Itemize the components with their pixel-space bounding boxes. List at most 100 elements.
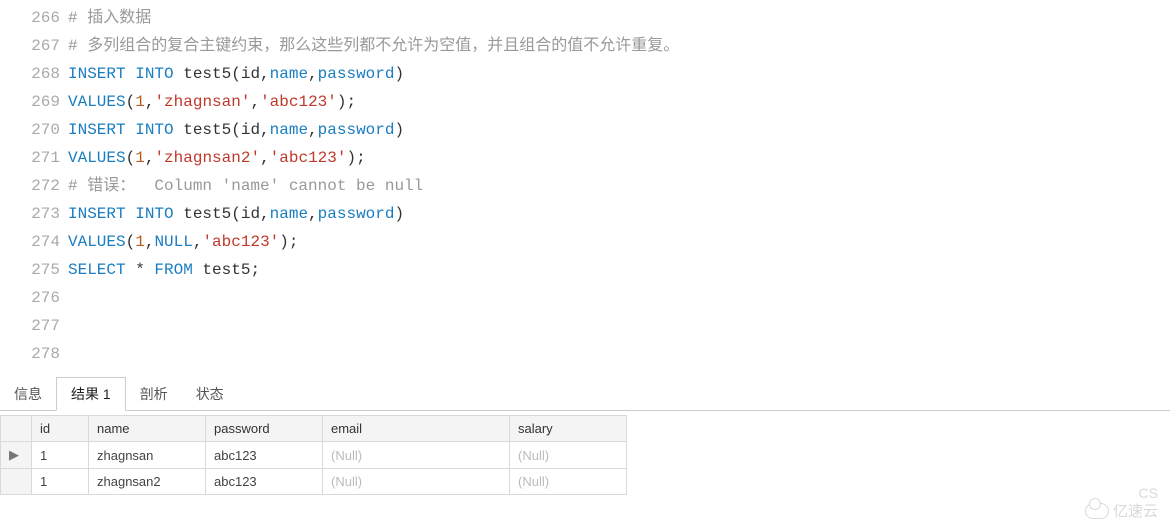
code-token: 'abc123' [270, 149, 347, 167]
code-token [126, 65, 136, 83]
col-header-email[interactable]: email [323, 416, 510, 442]
code-token: INTO [135, 121, 173, 139]
code-token: 1 [135, 93, 145, 111]
table-row[interactable]: ▶1zhagnsanabc123(Null)(Null) [1, 442, 627, 469]
code-editor[interactable]: 266267268269270271272273274275276277278 … [0, 0, 1170, 368]
line-number: 273 [0, 200, 60, 228]
code-token: name [270, 121, 308, 139]
code-token: name [270, 65, 308, 83]
code-token: , [308, 121, 318, 139]
cell[interactable]: abc123 [206, 469, 323, 495]
code-token: , [308, 205, 318, 223]
code-token: ( [126, 149, 136, 167]
code-line[interactable]: VALUES(1,'zhagnsan2','abc123'); [68, 144, 1170, 172]
cell[interactable]: abc123 [206, 442, 323, 469]
code-token: INTO [135, 205, 173, 223]
code-token: , [145, 149, 155, 167]
code-token: NULL [154, 233, 192, 251]
code-line[interactable]: INSERT INTO test5(id,name,password) [68, 116, 1170, 144]
cell[interactable]: 1 [32, 469, 89, 495]
line-number: 270 [0, 116, 60, 144]
code-token: , [145, 93, 155, 111]
code-token: * [126, 261, 155, 279]
code-token: VALUES [68, 93, 126, 111]
tab-result-1[interactable]: 结果 1 [56, 377, 126, 411]
result-tabs: 信息 结果 1 剖析 状态 [0, 376, 1170, 411]
watermark-brand: 亿速云 [1085, 500, 1158, 521]
line-number: 277 [0, 312, 60, 340]
table-row[interactable]: 1zhagnsan2abc123(Null)(Null) [1, 469, 627, 495]
line-number: 278 [0, 340, 60, 368]
code-line[interactable]: # 多列组合的复合主键约束，那么这些列都不允许为空值，并且组合的值不允许重复。 [68, 32, 1170, 60]
code-line[interactable]: VALUES(1,NULL,'abc123'); [68, 228, 1170, 256]
code-line[interactable]: INSERT INTO test5(id,name,password) [68, 200, 1170, 228]
col-header-id[interactable]: id [32, 416, 89, 442]
code-line[interactable]: INSERT INTO test5(id,name,password) [68, 60, 1170, 88]
code-area[interactable]: # 插入数据 # 多列组合的复合主键约束，那么这些列都不允许为空值，并且组合的值不… [68, 4, 1170, 368]
cell[interactable]: 1 [32, 442, 89, 469]
tab-status[interactable]: 状态 [182, 378, 238, 410]
code-token: ) [394, 205, 404, 223]
line-number: 266 [0, 4, 60, 32]
line-number: 268 [0, 60, 60, 88]
grid-header-row: id name password email salary [1, 416, 627, 442]
code-token: , [308, 65, 318, 83]
watermark-text: 亿速云 [1113, 500, 1158, 521]
code-token: name [270, 205, 308, 223]
code-token: 'zhagnsan' [154, 93, 250, 111]
code-token: INSERT [68, 205, 126, 223]
col-header-salary[interactable]: salary [510, 416, 627, 442]
line-number: 274 [0, 228, 60, 256]
code-token: , [193, 233, 203, 251]
tab-info[interactable]: 信息 [0, 378, 56, 410]
result-grid[interactable]: id name password email salary ▶1zhagnsan… [0, 415, 627, 495]
code-line[interactable]: VALUES(1,'zhagnsan','abc123'); [68, 88, 1170, 116]
cell[interactable]: (Null) [323, 469, 510, 495]
code-token: INSERT [68, 121, 126, 139]
code-line[interactable]: # 错误： Column 'name' cannot be null [68, 172, 1170, 200]
code-token: , [260, 149, 270, 167]
col-header-name[interactable]: name [89, 416, 206, 442]
cell[interactable]: (Null) [510, 442, 627, 469]
code-token: ); [337, 93, 356, 111]
code-token: password [318, 205, 395, 223]
tab-profile[interactable]: 剖析 [126, 378, 182, 410]
row-marker [1, 469, 32, 495]
cell[interactable]: zhagnsan [89, 442, 206, 469]
watermark-cs: CS [1139, 485, 1158, 501]
code-line[interactable]: SELECT * FROM test5; [68, 256, 1170, 284]
code-token: INSERT [68, 65, 126, 83]
code-token: VALUES [68, 149, 126, 167]
code-token: password [318, 121, 395, 139]
code-token: test5(id, [174, 205, 270, 223]
row-header-blank [1, 416, 32, 442]
cell[interactable]: (Null) [323, 442, 510, 469]
code-token: VALUES [68, 233, 126, 251]
code-token: INTO [135, 65, 173, 83]
code-token: password [318, 65, 395, 83]
line-number-gutter: 266267268269270271272273274275276277278 [0, 4, 68, 368]
code-token: 1 [135, 233, 145, 251]
code-token: ( [126, 233, 136, 251]
cell[interactable]: zhagnsan2 [89, 469, 206, 495]
code-token: ) [394, 65, 404, 83]
line-number: 271 [0, 144, 60, 172]
code-token: ) [394, 121, 404, 139]
cell[interactable]: (Null) [510, 469, 627, 495]
code-token: 1 [135, 149, 145, 167]
cloud-icon [1085, 503, 1109, 519]
code-token: # 错误： Column 'name' cannot be null [68, 177, 423, 195]
line-number: 275 [0, 256, 60, 284]
row-marker: ▶ [1, 442, 32, 469]
col-header-password[interactable]: password [206, 416, 323, 442]
code-token: 'zhagnsan2' [154, 149, 260, 167]
code-line[interactable]: # 插入数据 [68, 4, 1170, 32]
line-number: 269 [0, 88, 60, 116]
code-token: # 插入数据 [68, 9, 151, 27]
line-number: 267 [0, 32, 60, 60]
code-token: , [145, 233, 155, 251]
code-token: SELECT [68, 261, 126, 279]
line-number: 276 [0, 284, 60, 312]
code-token: ); [279, 233, 298, 251]
code-token: test5(id, [174, 65, 270, 83]
